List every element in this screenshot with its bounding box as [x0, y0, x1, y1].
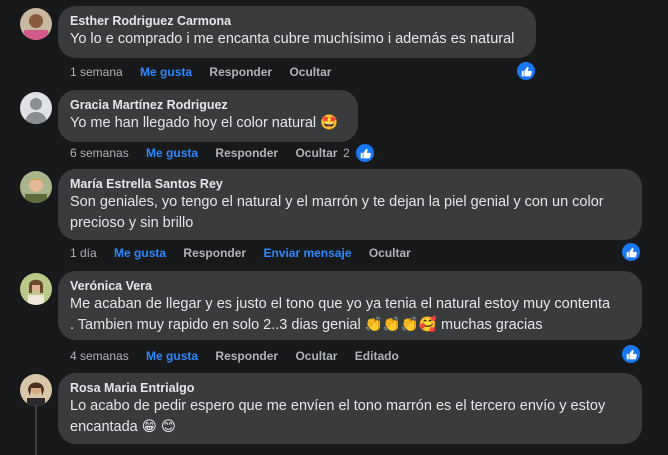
- comment-author[interactable]: Verónica Vera: [70, 278, 630, 294]
- like-reaction-icon[interactable]: [515, 60, 537, 82]
- comment-text: Me acaban de llegar y es justo el tono q…: [70, 296, 611, 312]
- comment-text: Yo me han llegado hoy el color natural 🤩: [70, 115, 339, 131]
- like-reaction-icon[interactable]: [620, 343, 642, 365]
- edited-label: Editado: [354, 349, 399, 363]
- avatar[interactable]: [20, 92, 52, 124]
- comment-bubble: Gracia Martínez Rodriguez Yo me han lleg…: [58, 90, 358, 142]
- thread-line: [35, 405, 37, 455]
- reply-button[interactable]: Responder: [215, 349, 278, 363]
- avatar[interactable]: [20, 171, 52, 203]
- like-reaction-icon[interactable]: [620, 241, 642, 263]
- comment-actions: 1 semana Me gusta Responder Ocultar: [70, 65, 345, 79]
- comment-text: encantada 😁 😊: [70, 419, 177, 435]
- hide-button[interactable]: Ocultar: [289, 65, 331, 79]
- like-button[interactable]: Me gusta: [114, 246, 166, 260]
- comment-bubble: Rosa Maria Entrialgo Lo acabo de pedir e…: [58, 373, 642, 444]
- comment-actions: 1 día Me gusta Responder Enviar mensaje …: [70, 246, 425, 260]
- comment-text: Son geniales, yo tengo el natural y el m…: [70, 194, 604, 210]
- comment-text: Yo lo e comprado i me encanta cubre much…: [70, 31, 515, 47]
- like-button[interactable]: Me gusta: [146, 146, 198, 160]
- send-message-button[interactable]: Enviar mensaje: [263, 246, 351, 260]
- reply-button[interactable]: Responder: [209, 65, 272, 79]
- avatar[interactable]: [20, 273, 52, 305]
- reaction-count[interactable]: 2: [343, 146, 350, 160]
- comment-actions: 6 semanas Me gusta Responder Ocultar: [70, 146, 351, 160]
- comment-text: . Tambien muy rapido en solo 2..3 dias g…: [70, 317, 543, 333]
- like-button[interactable]: Me gusta: [146, 349, 198, 363]
- comment-author[interactable]: Gracia Martínez Rodriguez: [70, 97, 346, 113]
- hide-button[interactable]: Ocultar: [295, 146, 337, 160]
- comment-bubble: Esther Rodriguez Carmona Yo lo e comprad…: [58, 6, 536, 58]
- reply-button[interactable]: Responder: [183, 246, 246, 260]
- avatar[interactable]: [20, 374, 52, 406]
- hide-button[interactable]: Ocultar: [295, 349, 337, 363]
- comment-bubble: Verónica Vera Me acaban de llegar y es j…: [58, 271, 642, 340]
- comment-text: Lo acabo de pedir espero que me envíen e…: [70, 398, 606, 414]
- like-reaction-icon[interactable]: [354, 142, 376, 164]
- comment-text: precioso y sin brillo: [70, 215, 194, 231]
- hide-button[interactable]: Ocultar: [369, 246, 411, 260]
- comment-timestamp[interactable]: 1 semana: [70, 65, 123, 79]
- comment-timestamp[interactable]: 4 semanas: [70, 349, 129, 363]
- comment-timestamp[interactable]: 1 día: [70, 246, 97, 260]
- reply-button[interactable]: Responder: [215, 146, 278, 160]
- like-button[interactable]: Me gusta: [140, 65, 192, 79]
- comment-timestamp[interactable]: 6 semanas: [70, 146, 129, 160]
- comment-bubble: María Estrella Santos Rey Son geniales, …: [58, 169, 642, 240]
- comment-author[interactable]: Esther Rodriguez Carmona: [70, 13, 524, 29]
- avatar[interactable]: [20, 8, 52, 40]
- comment-actions: 4 semanas Me gusta Responder Ocultar Edi…: [70, 349, 413, 363]
- comment-author[interactable]: Rosa Maria Entrialgo: [70, 380, 630, 396]
- comment-author[interactable]: María Estrella Santos Rey: [70, 176, 630, 192]
